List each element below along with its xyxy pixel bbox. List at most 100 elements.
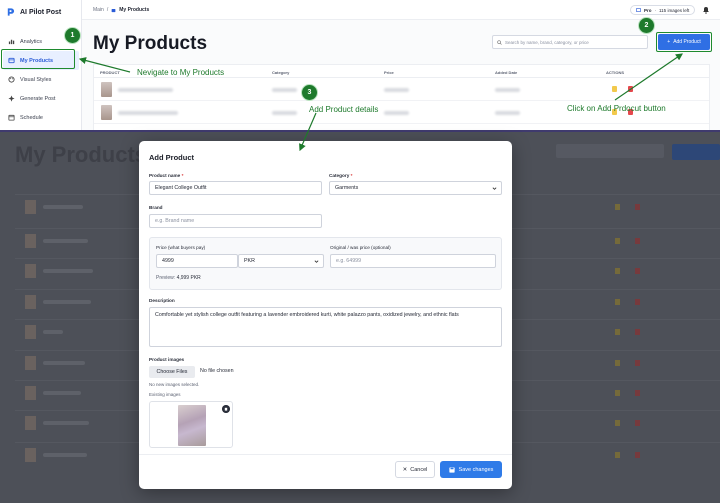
backdrop-thumbnail [25, 356, 36, 370]
breadcrumb-current: My Products [119, 7, 150, 13]
images-left: 115 images left [659, 7, 690, 13]
step-1-text: Nevigate to My Products [137, 68, 225, 77]
currency-value: PKR [244, 258, 255, 264]
trash-icon[interactable] [628, 86, 633, 92]
step-3-badge: 3 [301, 84, 318, 101]
backdrop-text [43, 239, 88, 243]
edit-icon[interactable] [612, 86, 617, 92]
backdrop-thumbnail [25, 416, 36, 430]
search-input[interactable]: Search by name, brand, category, or pric… [492, 35, 648, 49]
cancel-button[interactable]: ✕ Cancel [395, 461, 435, 478]
price-input[interactable]: 4999 [156, 254, 238, 268]
backdrop-thumbnail [25, 200, 36, 214]
category-select[interactable]: Garments [329, 181, 502, 195]
breadcrumb: Main / My Products [93, 7, 149, 13]
existing-image-card [149, 401, 233, 448]
highlight-my-products [1, 49, 75, 69]
product-image [178, 405, 206, 446]
price-redacted [384, 88, 409, 92]
breadcrumb-root[interactable]: Main [93, 7, 104, 13]
sidebar-item-schedule[interactable]: Schedule [3, 108, 79, 127]
choose-files-button[interactable]: Choose Files [149, 366, 195, 378]
save-changes-button[interactable]: Save changes [440, 461, 502, 478]
topbar: Main / My Products Pro · 115 images left [82, 0, 720, 20]
plan-badge[interactable]: Pro · 115 images left [630, 5, 696, 15]
table-row[interactable] [94, 78, 709, 101]
date-redacted [495, 111, 520, 115]
price-section: Price (what buyers pay) 4999 PKR Origina… [149, 237, 502, 290]
description-label: Description [149, 298, 175, 303]
category-redacted [272, 111, 297, 115]
save-label: Save changes [458, 466, 494, 473]
trash-icon[interactable] [222, 405, 230, 413]
plan-name: Pro [644, 7, 652, 13]
add-product-modal: Add Product Product name * Elegant Colle… [139, 141, 512, 489]
backdrop-trash-icon [635, 204, 640, 210]
bar-chart-icon [8, 39, 15, 45]
category-label: Category * [329, 173, 352, 178]
backdrop-thumbnail [25, 295, 36, 309]
backdrop-search [556, 144, 664, 158]
search-placeholder: Search by name, brand, category, or pric… [505, 39, 589, 45]
backdrop-edit-icon [615, 420, 620, 426]
backdrop-text [43, 421, 89, 425]
original-price-placeholder: e.g. 64999 [336, 258, 362, 264]
card-icon [636, 8, 641, 12]
backdrop-trash-icon [635, 390, 640, 396]
logo-icon [7, 8, 15, 16]
description-textarea[interactable]: Comfortable yet stylish college outfit f… [149, 307, 502, 347]
backdrop-edit-icon [615, 452, 620, 458]
step-1-badge: 1 [64, 27, 81, 44]
preview-label: Preview: [156, 275, 176, 281]
backdrop-thumbnail [25, 264, 36, 278]
currency-select[interactable]: PKR [238, 254, 324, 268]
backdrop-edit-icon [615, 390, 620, 396]
backdrop-text [43, 300, 91, 304]
bell-icon[interactable] [702, 6, 710, 14]
step-2-text: Click on Add Prdocut button [567, 104, 666, 113]
price-preview: Preview: 4,999 PKR [156, 275, 201, 281]
backdrop-thumbnail [25, 325, 36, 339]
brand-input[interactable]: e.g. Brand name [149, 214, 322, 228]
step-3-text: Add Product details [309, 105, 379, 114]
product-name-input[interactable]: Elegant College Outfit [149, 181, 322, 195]
backdrop-text [43, 330, 63, 334]
step-2-badge: 2 [638, 17, 655, 34]
backdrop-text [43, 453, 87, 457]
backdrop-trash-icon [635, 299, 640, 305]
no-new-images-note: No new images selected. [149, 382, 200, 387]
price-label: Price (what buyers pay) [156, 245, 206, 250]
product-images-label: Product images [149, 357, 185, 362]
col-added-date[interactable]: Added Date [495, 70, 517, 75]
col-price[interactable]: Price [384, 70, 394, 75]
palette-icon [8, 76, 15, 83]
col-product[interactable]: PRODUCT [100, 70, 120, 75]
product-name-value: Elegant College Outfit [155, 185, 207, 191]
backdrop-edit-icon [615, 268, 620, 274]
original-price-label: Original / was price (optional) [330, 245, 391, 250]
backdrop-text [43, 391, 81, 395]
save-icon [448, 466, 455, 473]
product-name-redacted [118, 111, 178, 115]
product-name-redacted [118, 88, 173, 92]
sidebar-item-label: Generate Post [20, 95, 56, 102]
backdrop-thumbnail [25, 448, 36, 462]
price-redacted [384, 111, 409, 115]
sidebar-item-visual-styles[interactable]: Visual Styles [3, 70, 79, 89]
backdrop-text [43, 269, 93, 273]
calendar-icon [8, 114, 15, 121]
backdrop-trash-icon [635, 238, 640, 244]
original-price-input[interactable]: e.g. 64999 [330, 254, 496, 268]
col-category[interactable]: Category [272, 70, 289, 75]
sidebar-item-generate-post[interactable]: Generate Post [3, 89, 79, 108]
brand[interactable]: AI Pilot Post [6, 7, 61, 17]
product-thumbnail [101, 82, 112, 97]
backdrop-page-title: My Products [15, 142, 148, 167]
required-mark: * [350, 173, 353, 178]
no-file-text: No file chosen [200, 368, 234, 374]
sidebar-nav: Analytics My Products Visual Styles Gene… [3, 32, 79, 127]
brand-placeholder: e.g. Brand name [155, 218, 195, 224]
highlight-add-product [656, 32, 712, 52]
backdrop-trash-icon [635, 329, 640, 335]
page-title: My Products [93, 33, 208, 54]
